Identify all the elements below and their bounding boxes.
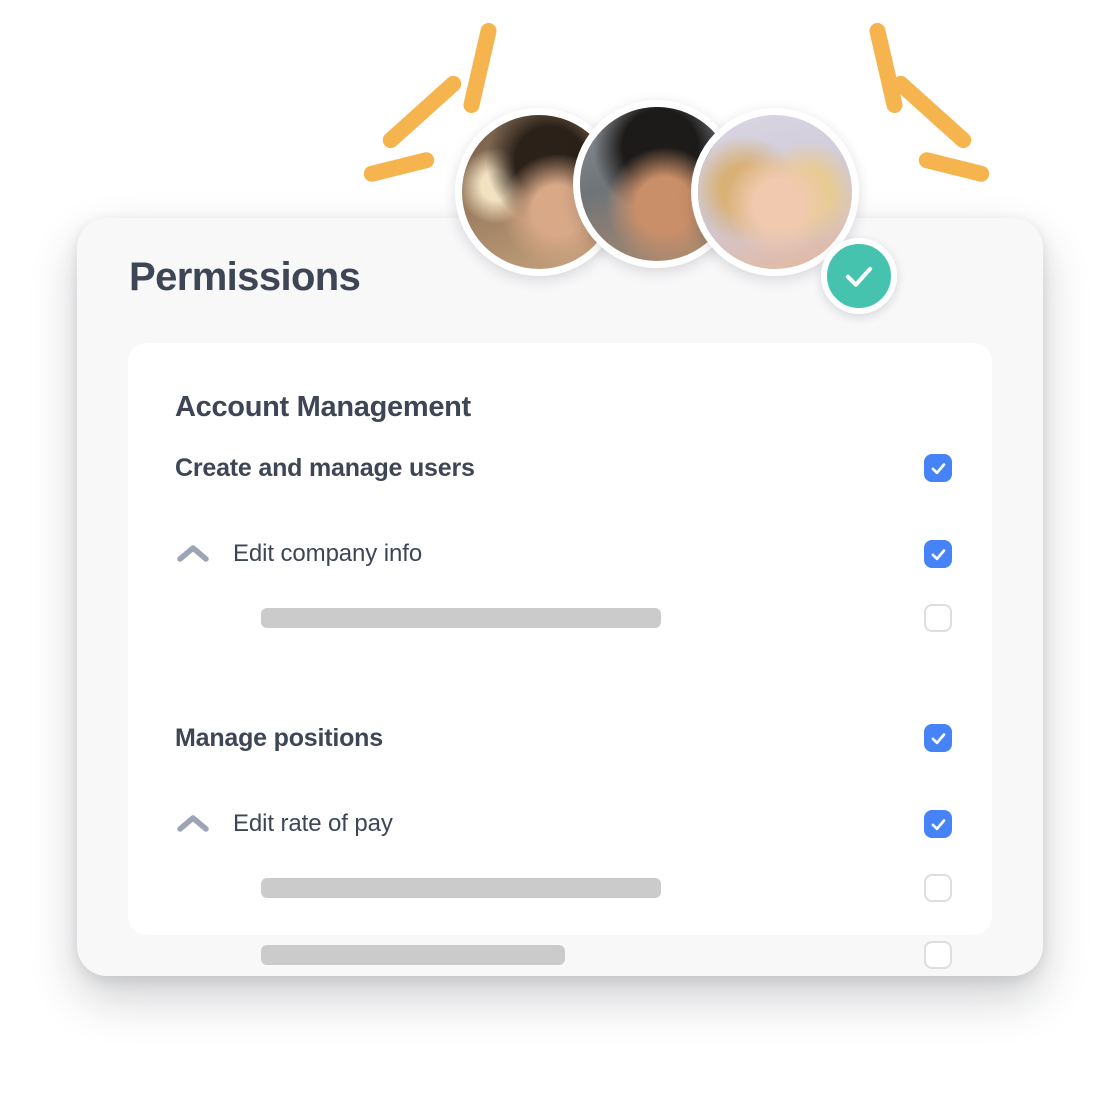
permissions-panel-content: Account Management Create and manage use… xyxy=(175,391,952,973)
placeholder-bar xyxy=(261,608,661,628)
permissions-panel: Account Management Create and manage use… xyxy=(128,343,992,969)
permission-group-row[interactable]: Create and manage users xyxy=(175,450,952,486)
permission-group-row[interactable]: Manage positions xyxy=(175,720,952,756)
permission-placeholder-row xyxy=(175,600,952,636)
avatar-group xyxy=(455,100,925,330)
permission-placeholder-row xyxy=(175,937,952,973)
chevron-up-icon[interactable] xyxy=(175,811,211,837)
permission-child-checkbox[interactable] xyxy=(924,941,952,969)
section-title-account-management: Account Management xyxy=(175,391,471,423)
sparkle-ray-icon xyxy=(362,150,436,184)
permission-group-checkbox[interactable] xyxy=(924,454,952,482)
placeholder-bar xyxy=(261,878,661,898)
check-icon xyxy=(845,266,873,287)
status-badge xyxy=(821,238,897,314)
placeholder-bar xyxy=(261,945,565,965)
permission-placeholder-row xyxy=(175,870,952,906)
avatar-photo xyxy=(698,115,852,269)
permission-child-row[interactable]: Edit company info xyxy=(175,536,952,572)
permission-group-label: Manage positions xyxy=(175,723,383,752)
permission-child-checkbox[interactable] xyxy=(924,874,952,902)
page-title: Permissions xyxy=(129,255,361,299)
sparkle-ray-icon xyxy=(917,150,991,184)
permission-group-checkbox[interactable] xyxy=(924,724,952,752)
permission-child-checkbox[interactable] xyxy=(924,810,952,838)
sparkle-ray-icon xyxy=(379,72,465,152)
permission-child-row[interactable]: Edit rate of pay xyxy=(175,806,952,842)
permission-group-label: Create and manage users xyxy=(175,453,475,482)
permission-child-checkbox[interactable] xyxy=(924,540,952,568)
check-icon xyxy=(931,732,945,744)
permission-child-label: Edit company info xyxy=(233,540,423,567)
chevron-up-icon[interactable] xyxy=(175,541,211,567)
permission-child-label: Edit rate of pay xyxy=(233,810,393,837)
illustration-stage: Permissions Account Management Create an… xyxy=(0,0,1120,1104)
check-icon xyxy=(931,818,945,830)
permissions-card: Permissions Account Management Create an… xyxy=(77,218,1043,976)
check-icon xyxy=(931,462,945,474)
permission-child-checkbox[interactable] xyxy=(924,604,952,632)
check-icon xyxy=(931,548,945,560)
